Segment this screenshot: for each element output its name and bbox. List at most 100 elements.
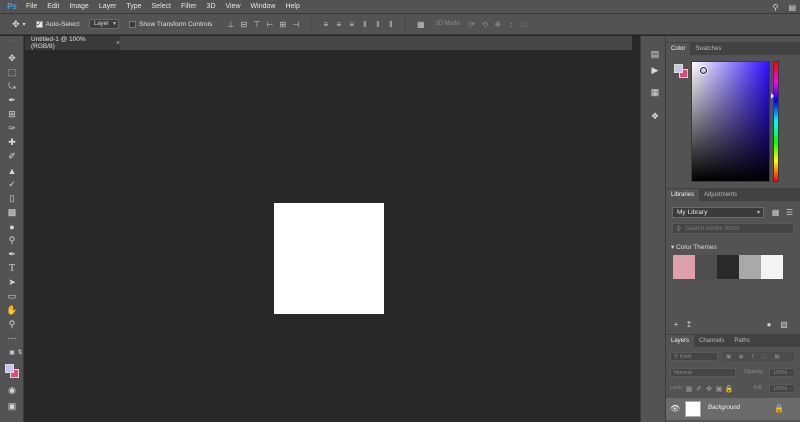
theme-swatch[interactable]	[761, 255, 783, 279]
theme-swatch[interactable]	[695, 255, 717, 279]
tool-preset-chevron-icon[interactable]: ▾	[23, 21, 26, 28]
theme-swatch[interactable]	[739, 255, 761, 279]
distribute-vcenter-icon[interactable]: ≡	[334, 19, 343, 30]
pen-tool-icon[interactable]: ✒	[5, 248, 19, 261]
history-panel-icon[interactable]: ▤	[649, 48, 661, 60]
workspace-icon[interactable]: ▤	[788, 3, 796, 12]
menu-file[interactable]: File	[21, 3, 42, 10]
document-canvas[interactable]	[274, 203, 384, 314]
transform-controls-checkbox[interactable]	[128, 20, 136, 28]
menu-filter[interactable]: Filter	[176, 3, 202, 10]
move-tool-icon[interactable]: ✥	[5, 52, 19, 65]
paths-panel-icon[interactable]: ❖	[649, 110, 661, 122]
menu-window[interactable]: Window	[246, 3, 281, 10]
type-tool-icon[interactable]: T	[5, 262, 19, 275]
dodge-tool-icon[interactable]: ⚲	[5, 234, 19, 247]
hand-tool-icon[interactable]: ✋	[5, 304, 19, 317]
align-bottom-edges-icon[interactable]: ⊤	[252, 19, 261, 30]
tab-paths[interactable]: Paths	[729, 335, 754, 347]
color-field[interactable]	[691, 61, 770, 182]
3d-pan-icon[interactable]: ✥	[493, 19, 502, 30]
menu-select[interactable]: Select	[147, 3, 176, 10]
menu-view[interactable]: View	[221, 3, 246, 10]
theme-swatch[interactable]	[673, 255, 695, 279]
tab-layers[interactable]: Layers	[666, 335, 695, 347]
upload-icon[interactable]: ↥	[684, 320, 694, 329]
sync-icon[interactable]: ●	[764, 320, 774, 329]
lock-transparent-icon[interactable]: ▦	[685, 385, 693, 393]
marquee-tool-icon[interactable]: ⬚	[5, 66, 19, 79]
lock-all-icon[interactable]: 🔒	[725, 385, 734, 393]
distribute-right-icon[interactable]: ‖	[386, 19, 395, 30]
align-right-edges-icon[interactable]: ⊣	[291, 19, 300, 30]
eyedropper-tool-icon[interactable]: ✑	[5, 122, 19, 135]
opacity-field[interactable]: 100%	[769, 368, 795, 377]
lock-position-icon[interactable]: ✥	[705, 385, 713, 393]
lasso-tool-icon[interactable]: ⤿	[5, 80, 19, 93]
hue-slider-handle[interactable]	[771, 93, 774, 99]
properties-panel-icon[interactable]: ▦	[649, 86, 661, 98]
gradient-tool-icon[interactable]: ▩	[5, 206, 19, 219]
blend-mode-dropdown[interactable]: Normal	[670, 368, 736, 377]
quick-mask-icon[interactable]: ◉	[5, 384, 19, 397]
foreground-color-swatch[interactable]	[5, 364, 14, 373]
crop-tool-icon[interactable]: ⊞	[5, 108, 19, 121]
healing-brush-tool-icon[interactable]: ✚	[5, 136, 19, 149]
3d-scale-icon[interactable]: □	[519, 19, 528, 30]
rectangle-tool-icon[interactable]: ▭	[5, 290, 19, 303]
tab-color[interactable]: Color	[666, 43, 691, 55]
distribute-left-icon[interactable]: ‖	[360, 19, 369, 30]
clone-stamp-tool-icon[interactable]: ▲	[5, 164, 19, 177]
color-themes-header[interactable]: ▾ Color Themes	[671, 243, 717, 251]
align-left-edges-icon[interactable]: ⊢	[265, 19, 274, 30]
actions-panel-icon[interactable]: ▶	[649, 64, 661, 76]
align-vertical-centers-icon[interactable]: ⊟	[239, 19, 248, 30]
menu-image[interactable]: Image	[64, 3, 93, 10]
menu-help[interactable]: Help	[280, 3, 304, 10]
distribute-hcenter-icon[interactable]: ‖	[373, 19, 382, 30]
3d-orbit-icon[interactable]: ⟳	[467, 19, 476, 30]
grid-view-icon[interactable]: ▦	[771, 208, 780, 217]
distribute-bottom-icon[interactable]: ≡	[347, 19, 356, 30]
library-dropdown[interactable]: My Library ▾	[672, 207, 764, 218]
history-brush-tool-icon[interactable]: ✓	[5, 178, 19, 191]
list-view-icon[interactable]: ☰	[785, 208, 794, 217]
tab-libraries[interactable]: Libraries	[666, 189, 700, 201]
layer-row[interactable]: 👁 Background 🔒	[666, 398, 800, 420]
align-top-edges-icon[interactable]: ⊥	[226, 19, 235, 30]
tab-swatches[interactable]: Swatches	[690, 43, 726, 55]
distribute-top-icon[interactable]: ≡	[321, 19, 330, 30]
trash-icon[interactable]: ▧	[779, 320, 789, 329]
eraser-tool-icon[interactable]: ▯	[5, 192, 19, 205]
lock-image-icon[interactable]: ✐	[695, 385, 703, 393]
tab-adjustments[interactable]: Adjustments	[699, 189, 742, 201]
3d-slide-icon[interactable]: ↕	[506, 19, 515, 30]
stock-search-input[interactable]: ⚲ Search Adobe Stock	[672, 223, 794, 234]
move-tool-icon[interactable]: ✥	[12, 19, 20, 30]
blur-tool-icon[interactable]: ●	[5, 220, 19, 233]
layer-filter-kind-dropdown[interactable]: ⚲ Kind	[670, 352, 718, 361]
menu-3d[interactable]: 3D	[202, 3, 221, 10]
more-tools-icon[interactable]: ⋯	[5, 332, 19, 345]
screen-mode-icon[interactable]: ▣	[5, 400, 19, 413]
align-horizontal-centers-icon[interactable]: ⊞	[278, 19, 287, 30]
lock-artboard-icon[interactable]: ▣	[715, 385, 723, 393]
quick-selection-tool-icon[interactable]: ✒	[5, 94, 19, 107]
auto-align-layers-icon[interactable]: ▦	[416, 19, 425, 30]
menu-layer[interactable]: Layer	[94, 3, 122, 10]
document-tab[interactable]: Untitled-1 @ 100% (RGB/8) ×	[25, 36, 120, 50]
visibility-eye-icon[interactable]: 👁	[670, 404, 680, 413]
add-content-icon[interactable]: +	[671, 320, 681, 329]
menu-edit[interactable]: Edit	[42, 3, 64, 10]
path-selection-tool-icon[interactable]: ➤	[5, 276, 19, 289]
foreground-color-swatch[interactable]	[674, 64, 683, 73]
tab-channels[interactable]: Channels	[694, 335, 729, 347]
zoom-tool-icon[interactable]: ⚲	[5, 318, 19, 331]
layer-lock-icon[interactable]: 🔒	[774, 404, 784, 413]
theme-swatch[interactable]	[717, 255, 739, 279]
hue-slider[interactable]	[773, 61, 779, 182]
search-icon[interactable]: ⚲	[773, 3, 779, 12]
layer-filter-buttons[interactable]: ▣ ◉ T ▢ ▦	[722, 352, 794, 361]
3d-roll-icon[interactable]: ⟲	[480, 19, 489, 30]
fill-field[interactable]: 100%	[769, 384, 795, 393]
